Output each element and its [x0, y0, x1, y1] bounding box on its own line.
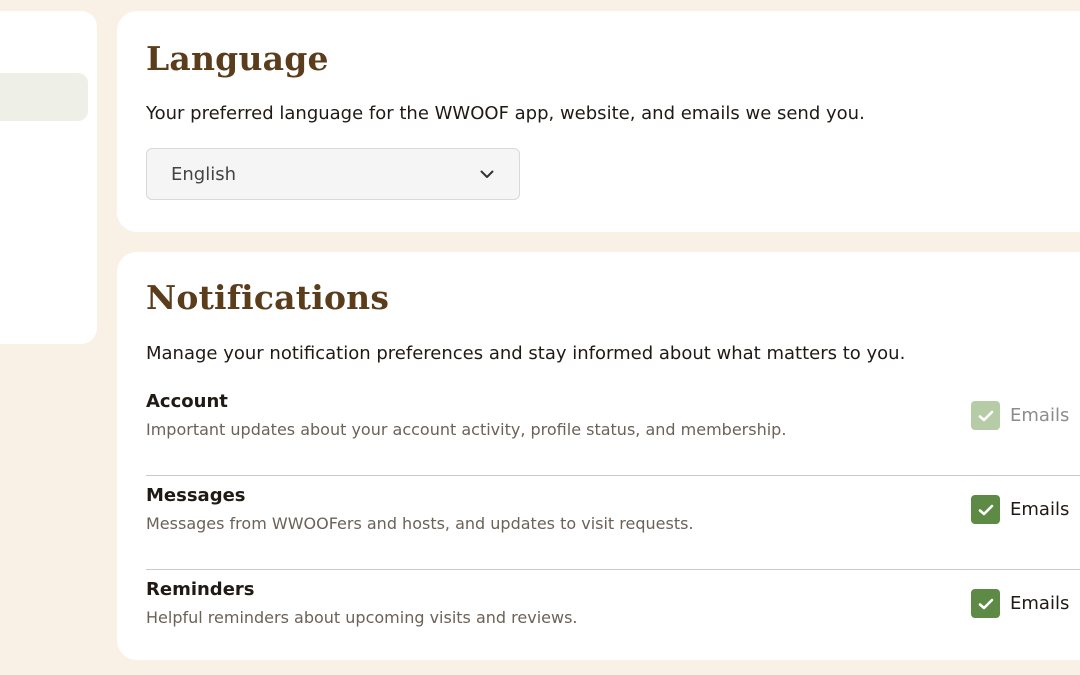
- messages-emails-checkbox[interactable]: [971, 495, 1000, 524]
- notification-subtitle: Helpful reminders about upcoming visits …: [146, 608, 578, 627]
- sidebar-item-active[interactable]: [0, 73, 88, 121]
- notifications-title: Notifications: [146, 278, 390, 317]
- reminders-emails-toggle[interactable]: Emails: [971, 589, 1069, 618]
- notification-title: Reminders: [146, 579, 255, 600]
- notification-title: Messages: [146, 485, 246, 506]
- notification-subtitle: Messages from WWOOFers and hosts, and up…: [146, 514, 694, 533]
- account-emails-checkbox[interactable]: [971, 401, 1000, 430]
- notification-row-messages: Messages Messages from WWOOFers and host…: [146, 476, 1080, 570]
- reminders-emails-checkbox[interactable]: [971, 589, 1000, 618]
- checkmark-icon: [978, 410, 993, 421]
- checkmark-icon: [978, 598, 993, 609]
- notification-subtitle: Important updates about your account act…: [146, 420, 787, 439]
- account-emails-toggle[interactable]: Emails: [971, 401, 1069, 430]
- language-select[interactable]: English: [146, 148, 520, 200]
- notification-row-account: Account Important updates about your acc…: [146, 382, 1080, 476]
- messages-emails-label: Emails: [1010, 499, 1070, 520]
- language-select-value: English: [171, 163, 236, 185]
- notifications-description: Manage your notification preferences and…: [146, 343, 906, 364]
- language-title: Language: [146, 39, 329, 78]
- notification-row-reminders: Reminders Helpful reminders about upcomi…: [146, 570, 1080, 664]
- notifications-card: Notifications Manage your notification p…: [117, 252, 1080, 660]
- checkmark-icon: [978, 504, 993, 515]
- language-description: Your preferred language for the WWOOF ap…: [146, 103, 865, 124]
- language-card: Language Your preferred language for the…: [117, 11, 1080, 232]
- chevron-down-icon: [479, 166, 495, 182]
- sidebar-panel: [0, 11, 97, 344]
- notification-title: Account: [146, 391, 228, 412]
- reminders-emails-label: Emails: [1010, 593, 1070, 614]
- account-emails-label: Emails: [1010, 405, 1070, 426]
- messages-emails-toggle[interactable]: Emails: [971, 495, 1069, 524]
